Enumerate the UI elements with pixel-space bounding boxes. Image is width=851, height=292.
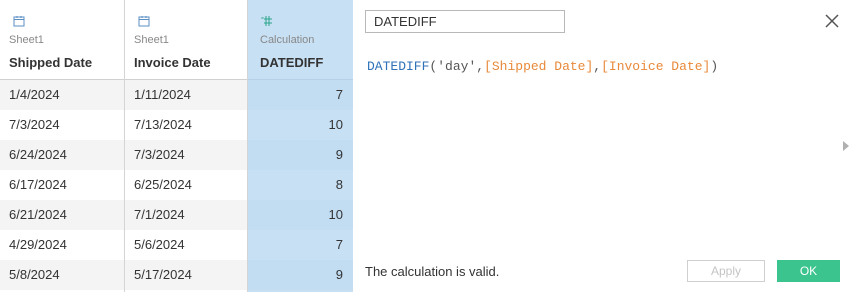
close-icon[interactable] (823, 12, 841, 30)
formula-comma: , (593, 59, 602, 74)
formula-editor[interactable]: DATEDIFF('day',[Shipped Date],[Invoice D… (367, 59, 718, 74)
column-source: Calculation (260, 34, 315, 46)
calendar-icon (138, 16, 150, 27)
table-cell[interactable]: 4/29/2024 (0, 230, 124, 260)
table-cell[interactable]: 7/3/2024 (125, 140, 247, 170)
formula-field-shipped-date: [Shipped Date] (484, 59, 594, 74)
formula-function: DATEDIFF (367, 59, 430, 74)
column-header[interactable]: Sheet1 Invoice Date (125, 0, 247, 80)
table-cell[interactable]: 5/17/2024 (125, 260, 247, 290)
column-title: Shipped Date (9, 55, 93, 70)
ok-button[interactable]: OK (777, 260, 840, 282)
table-cell[interactable]: 7/13/2024 (125, 110, 247, 140)
table-cell[interactable]: 10 (248, 110, 353, 140)
column-source: Sheet1 (134, 34, 169, 46)
table-cell[interactable]: 9 (248, 260, 353, 290)
table-cell[interactable]: 8 (248, 170, 353, 200)
table-cell[interactable]: 6/17/2024 (0, 170, 124, 200)
table-cell[interactable]: 7 (248, 80, 353, 110)
formula-comma: , (476, 59, 485, 74)
table-cell[interactable]: 9 (248, 140, 353, 170)
column-header[interactable]: Sheet1 Shipped Date (0, 0, 124, 80)
calculation-name-input[interactable] (365, 10, 565, 33)
table-cell[interactable]: 10 (248, 200, 353, 230)
column-header[interactable]: = Calculation DATEDIFF (248, 0, 353, 80)
column-invoice-date: Sheet1 Invoice Date 1/11/2024 7/13/2024 … (125, 0, 248, 292)
table-cell[interactable]: 7/3/2024 (0, 110, 124, 140)
table-cell[interactable]: 5/8/2024 (0, 260, 124, 290)
formula-field-invoice-date: [Invoice Date] (601, 59, 711, 74)
calculation-editor: DATEDIFF('day',[Shipped Date],[Invoice D… (353, 0, 851, 292)
status-message: The calculation is valid. (365, 264, 500, 279)
table-cell[interactable]: 1/11/2024 (125, 80, 247, 110)
column-shipped-date: Sheet1 Shipped Date 1/4/2024 7/3/2024 6/… (0, 0, 125, 292)
table-cell[interactable]: 7/1/2024 (125, 200, 247, 230)
expand-panel-icon[interactable] (843, 141, 849, 151)
column-title: Invoice Date (134, 55, 211, 70)
svg-text:=: = (261, 16, 264, 22)
calendar-icon (13, 16, 25, 27)
table-cell[interactable]: 6/21/2024 (0, 200, 124, 230)
column-title: DATEDIFF (260, 55, 324, 70)
table-cell[interactable]: 6/24/2024 (0, 140, 124, 170)
table-cell[interactable]: 5/6/2024 (125, 230, 247, 260)
calculated-field-icon: = (261, 16, 272, 26)
column-source: Sheet1 (9, 34, 44, 46)
apply-button[interactable]: Apply (687, 260, 765, 282)
table-cell[interactable]: 7 (248, 230, 353, 260)
formula-arg-unit: 'day' (437, 59, 477, 74)
formula-paren-close: ) (710, 59, 719, 74)
data-grid: Sheet1 Shipped Date 1/4/2024 7/3/2024 6/… (0, 0, 353, 292)
column-datediff: = Calculation DATEDIFF 7 10 9 8 10 7 9 (248, 0, 353, 292)
table-cell[interactable]: 1/4/2024 (0, 80, 124, 110)
table-cell[interactable]: 6/25/2024 (125, 170, 247, 200)
